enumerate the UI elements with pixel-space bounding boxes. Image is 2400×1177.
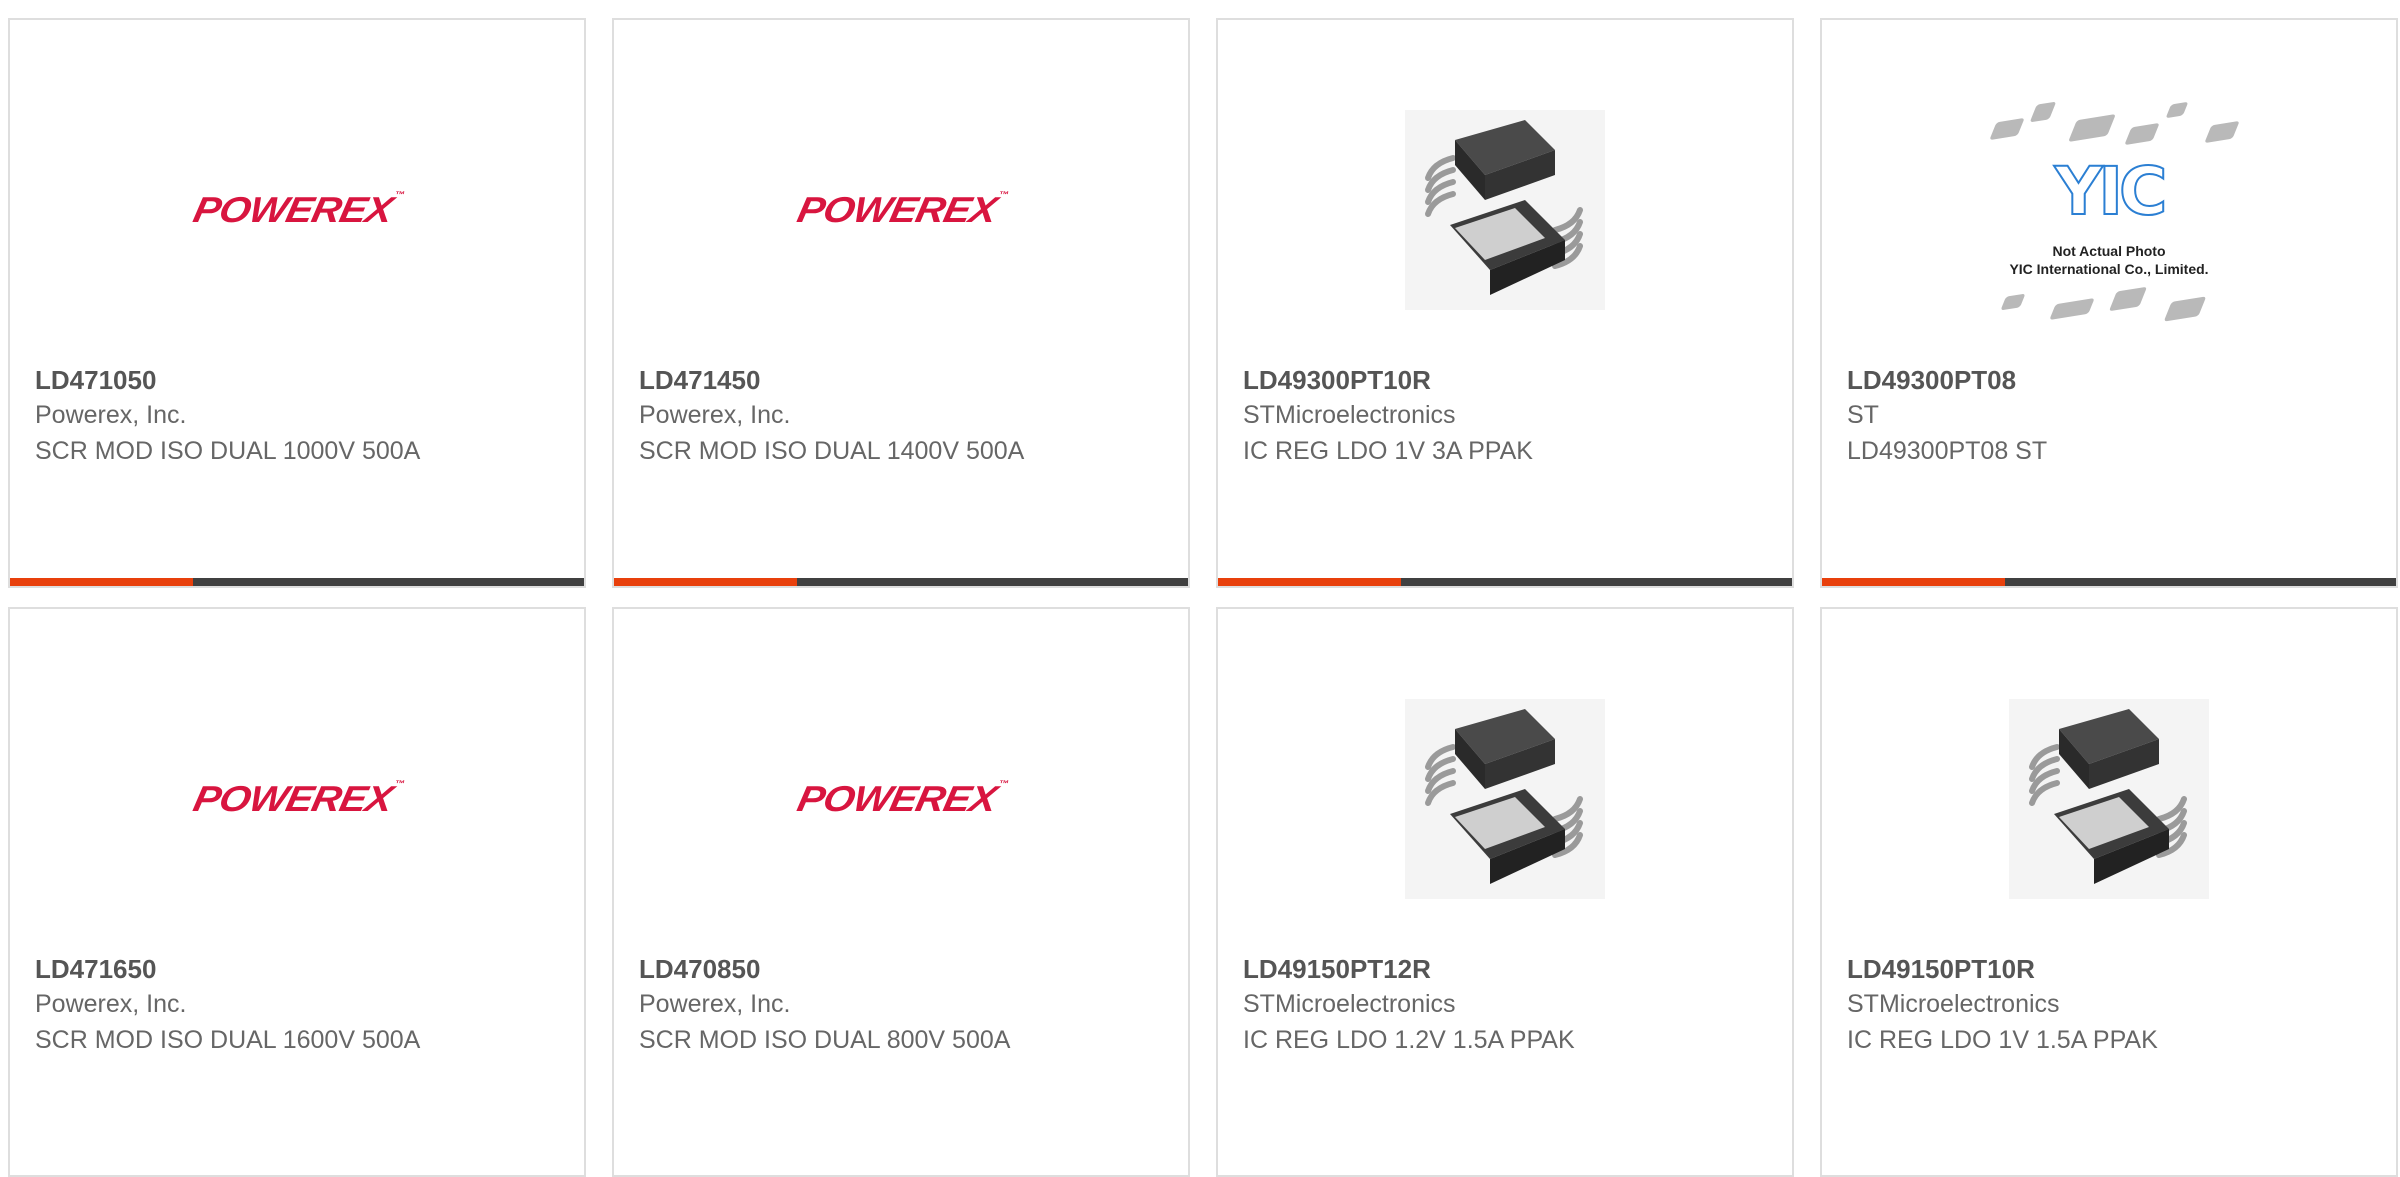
product-card[interactable]: LD49150PT10R STMicroelectronics IC REG L… — [1820, 607, 2398, 1177]
product-card[interactable]: LD49150PT12R STMicroelectronics IC REG L… — [1216, 607, 1794, 1177]
part-number[interactable]: LD471050 — [35, 362, 559, 398]
powerex-logo: POWEREX™ — [793, 778, 1009, 819]
yic-caption-company: YIC International Co., Limited. — [2009, 261, 2209, 277]
part-number[interactable]: LD471450 — [639, 362, 1163, 398]
ppak-chip-icon — [1405, 699, 1605, 899]
manufacturer: STMicroelectronics — [1243, 401, 1456, 430]
description: SCR MOD ISO DUAL 800V 500A — [639, 1025, 1011, 1054]
manufacturer: Powerex, Inc. — [35, 401, 187, 430]
card-accent-bar — [614, 578, 797, 586]
manufacturer: ST — [1847, 401, 1879, 430]
product-card[interactable]: POWEREX™ LD471650 Powerex, Inc. SCR MOD … — [8, 607, 586, 1177]
yic-caption: Not Actual Photo — [2052, 243, 2166, 259]
product-image[interactable] — [1822, 664, 2396, 934]
powerex-logo: POWEREX™ — [189, 189, 405, 230]
manufacturer: Powerex, Inc. — [639, 990, 791, 1019]
product-image[interactable]: POWEREX™ — [10, 75, 584, 345]
product-grid: POWEREX™ LD471050 Powerex, Inc. SCR MOD … — [8, 18, 2398, 1177]
powerex-logo: POWEREX™ — [189, 778, 405, 819]
part-number[interactable]: LD471650 — [35, 951, 559, 987]
card-bottom-bar — [614, 578, 1188, 586]
description: IC REG LDO 1V 1.5A PPAK — [1847, 1025, 2158, 1054]
card-accent-bar — [1218, 578, 1401, 586]
product-card[interactable]: YIC Not Actual Photo YIC International C… — [1820, 18, 2398, 588]
product-image[interactable]: POWEREX™ — [614, 664, 1188, 934]
product-card[interactable]: POWEREX™ LD470850 Powerex, Inc. SCR MOD … — [612, 607, 1190, 1177]
part-number[interactable]: LD470850 — [639, 951, 1163, 987]
card-accent-bar — [1822, 578, 2005, 586]
card-bottom-bar — [10, 578, 584, 586]
description: IC REG LDO 1V 3A PPAK — [1243, 436, 1533, 465]
part-number[interactable]: LD49150PT12R — [1243, 951, 1767, 987]
yic-logo: YIC — [2054, 152, 2169, 231]
description: SCR MOD ISO DUAL 1000V 500A — [35, 436, 421, 465]
description: SCR MOD ISO DUAL 1400V 500A — [639, 436, 1025, 465]
manufacturer: Powerex, Inc. — [639, 401, 791, 430]
product-card[interactable]: POWEREX™ LD471450 Powerex, Inc. SCR MOD … — [612, 18, 1190, 588]
description: IC REG LDO 1.2V 1.5A PPAK — [1243, 1025, 1575, 1054]
product-card[interactable]: POWEREX™ LD471050 Powerex, Inc. SCR MOD … — [8, 18, 586, 588]
product-image[interactable]: POWEREX™ — [614, 75, 1188, 345]
ppak-chip-icon — [2009, 699, 2209, 899]
product-image[interactable] — [1218, 664, 1792, 934]
description: LD49300PT08 ST — [1847, 436, 2048, 465]
manufacturer: STMicroelectronics — [1243, 990, 1456, 1019]
manufacturer: Powerex, Inc. — [35, 990, 187, 1019]
card-bottom-bar — [1822, 578, 2396, 586]
part-number[interactable]: LD49300PT10R — [1243, 362, 1767, 398]
yic-placeholder-image: YIC Not Actual Photo YIC International C… — [1974, 85, 2244, 335]
manufacturer: STMicroelectronics — [1847, 990, 2060, 1019]
powerex-logo: POWEREX™ — [793, 189, 1009, 230]
description: SCR MOD ISO DUAL 1600V 500A — [35, 1025, 421, 1054]
product-image[interactable]: YIC Not Actual Photo YIC International C… — [1822, 75, 2396, 345]
ppak-chip-icon — [1405, 110, 1605, 310]
card-accent-bar — [10, 578, 193, 586]
product-image[interactable]: POWEREX™ — [10, 664, 584, 934]
product-card[interactable]: LD49300PT10R STMicroelectronics IC REG L… — [1216, 18, 1794, 588]
card-bottom-bar — [1218, 578, 1792, 586]
part-number[interactable]: LD49300PT08 — [1847, 362, 2371, 398]
part-number[interactable]: LD49150PT10R — [1847, 951, 2371, 987]
product-image[interactable] — [1218, 75, 1792, 345]
